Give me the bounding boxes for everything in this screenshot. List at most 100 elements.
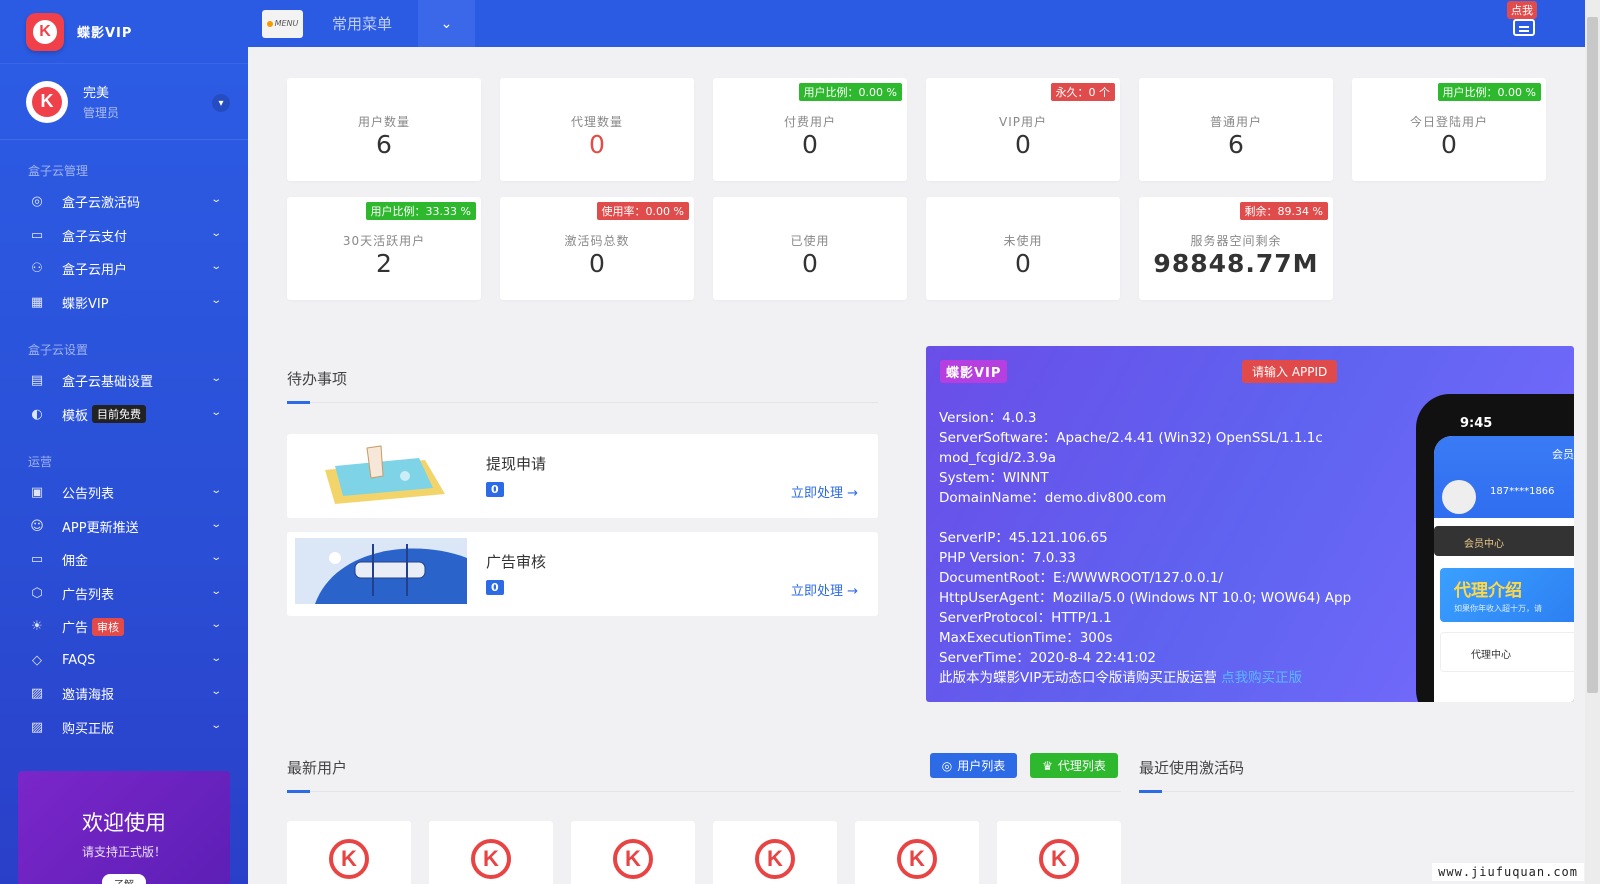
agent-list-label: 代理列表 — [1057, 759, 1106, 773]
user-card[interactable]: K — [429, 821, 553, 884]
phone-header: 会员中心 187****1866 — [1434, 436, 1574, 518]
stat-card: 未使用 0 — [926, 197, 1120, 300]
server-info-line: MaxExecutionTime：300s — [939, 630, 1113, 646]
process-now-link[interactable]: 立即处理 → — [791, 580, 858, 599]
stat-label: VIP用户 — [999, 115, 1047, 129]
stat-badge: 使用率：0.00 % — [596, 202, 689, 220]
chevron-down-icon[interactable]: ⌄ — [210, 407, 222, 418]
sidebar-item[interactable]: ⚇ 盒子云用户 ⌄ — [0, 252, 248, 286]
todo-count-badge: 0 — [486, 580, 504, 595]
stat-value: 0 — [1015, 249, 1031, 278]
sidebar-item[interactable]: ▨ 邀请海报 ⌄ — [0, 677, 248, 711]
stat-value: 6 — [376, 130, 392, 159]
sidebar-item-label: 佣金 — [62, 554, 89, 570]
process-now-link[interactable]: 立即处理 → — [791, 482, 858, 501]
scrollbar[interactable] — [1585, 0, 1600, 884]
chevron-down-icon[interactable]: ⌄ — [210, 619, 222, 630]
user-card[interactable]: K — [855, 821, 979, 884]
stat-badge: 永久：0 个 — [1050, 83, 1115, 101]
notify-badge[interactable]: 点我 — [1507, 1, 1537, 19]
sidebar-section-title: 盒子云设置 — [28, 343, 89, 357]
welcome-button[interactable]: 了解 — [102, 874, 146, 884]
sidebar-item[interactable]: ◐ 模板 目前免费 ⌄ — [0, 398, 248, 432]
server-info-line: mod_fcgid/2.3.9a — [939, 450, 1056, 466]
sidebar-item[interactable]: ▨ 购买正版 ⌄ — [0, 711, 248, 745]
chevron-down-icon[interactable]: ⌄ — [210, 194, 222, 205]
stat-value: 0 — [589, 130, 605, 159]
user-card[interactable]: K — [997, 821, 1121, 884]
stat-card: VIP用户 0 永久：0 个 — [926, 78, 1120, 181]
wallet-icon: ▭ — [30, 227, 44, 243]
sidebar-item[interactable]: ▭ 佣金 ⌄ — [0, 543, 248, 577]
sidebar-item[interactable]: ▭ 盒子云支付 ⌄ — [0, 219, 248, 253]
notification[interactable]: 点我 — [1507, 1, 1541, 39]
stat-badge: 用户比例：0.00 % — [1437, 83, 1541, 101]
enter-appid-button[interactable]: 请输入 APPID — [1242, 360, 1338, 383]
chevron-down-icon[interactable]: ▾ — [212, 94, 230, 112]
chevron-down-icon[interactable]: ⌄ — [210, 295, 222, 306]
chevron-down-icon[interactable]: ⌄ — [210, 686, 222, 697]
stat-label: 今日登陆用户 — [1409, 115, 1488, 129]
user-list-label: 用户列表 — [957, 759, 1006, 773]
todo-item-title: 广告审核 — [486, 553, 547, 571]
watermark: www.jiufuquan.com — [1432, 863, 1584, 881]
scrollbar-thumb[interactable] — [1587, 17, 1598, 693]
sidebar-item[interactable]: ☀ 广告 审核 ⌄ — [0, 610, 248, 644]
chevron-down-icon[interactable]: ⌄ — [210, 261, 222, 272]
user-avatar-icon: K — [755, 839, 795, 879]
todo-item-withdraw[interactable]: 提现申请 0 立即处理 → — [287, 434, 878, 518]
stat-card: 代理数量 0 — [500, 78, 694, 181]
buy-license-link[interactable]: 点我购买正版 — [1221, 670, 1302, 686]
user-avatar-icon: K — [471, 839, 511, 879]
sidebar-item[interactable]: ◇ FAQS ⌄ — [0, 644, 248, 678]
server-info-line: DomainName：demo.div800.com — [939, 490, 1167, 506]
sidebar-item[interactable]: ▣ 公告列表 ⌄ — [0, 476, 248, 510]
sidebar-item[interactable]: ▤ 盒子云基础设置 ⌄ — [0, 364, 248, 398]
chevron-down-icon[interactable]: ⌄ — [210, 552, 222, 563]
chevron-down-icon[interactable]: ⌄ — [210, 373, 222, 384]
server-info-line: HttpUserAgent：Mozilla/5.0 (Windows NT 10… — [939, 590, 1352, 606]
stat-label: 激活码总数 — [564, 234, 630, 248]
stat-badge: 用户比例：33.33 % — [365, 202, 476, 220]
avatar: K — [26, 80, 68, 123]
stat-value: 6 — [1228, 130, 1244, 159]
sidebar-item[interactable]: ▦ 蝶影VIP ⌄ — [0, 286, 248, 320]
chevron-down-icon[interactable]: ⌄ — [210, 228, 222, 239]
chevron-down-icon[interactable]: ⌄ — [210, 653, 222, 664]
server-info-line: ServerSoftware：Apache/2.4.41 (Win32) Ope… — [939, 430, 1323, 446]
sidebar-item-tag: 审核 — [92, 617, 125, 636]
bulb-icon: ☀ — [31, 619, 43, 635]
sidebar-item[interactable]: ⬡ 广告列表 ⌄ — [0, 577, 248, 611]
stat-card: 付费用户 0 用户比例：0.00 % — [713, 78, 907, 181]
withdraw-illustration — [325, 445, 445, 504]
sidebar-section-title: 盒子云管理 — [28, 164, 89, 178]
user-panel[interactable]: K 完美 管理员 ▾ — [0, 64, 248, 140]
common-menu-label[interactable]: 常用菜单 — [332, 13, 418, 34]
recent-codes-title: 最近使用激活码 — [1139, 759, 1245, 777]
stat-card: 30天活跃用户 2 用户比例：33.33 % — [287, 197, 481, 300]
stat-value: 0 — [1441, 130, 1457, 159]
stat-badge: 用户比例：0.00 % — [798, 83, 902, 101]
todo-count-badge: 0 — [486, 482, 504, 497]
chevron-down-icon[interactable]: ⌄ — [210, 720, 222, 731]
sidebar-item[interactable]: ☺ APP更新推送 ⌄ — [0, 510, 248, 544]
fingerprint-icon: ◎ — [31, 194, 43, 210]
todo-item-ad-review[interactable]: 广告审核 0 立即处理 → — [287, 532, 878, 616]
sidebar-item[interactable]: ◎ 盒子云激活码 ⌄ — [0, 185, 248, 219]
chevron-down-icon[interactable]: ⌄ — [210, 485, 222, 496]
user-list-button[interactable]: ◎ 用户列表 — [930, 753, 1017, 778]
brand[interactable]: K 蝶影VIP — [0, 0, 248, 64]
chevron-down-icon[interactable]: ⌄ — [210, 586, 222, 597]
user-card[interactable]: K — [287, 821, 411, 884]
menu-logo[interactable]: MENU — [262, 9, 303, 38]
chevron-down-icon[interactable]: ⌄ — [418, 0, 475, 47]
message-icon[interactable] — [1513, 19, 1535, 36]
chevron-down-icon[interactable]: ⌄ — [210, 519, 222, 530]
user-card[interactable]: K — [713, 821, 837, 884]
agent-list-button[interactable]: ♛ 代理列表 — [1030, 753, 1118, 778]
sidebar: K 蝶影VIP K 完美 管理员 ▾ 盒子云管理 ◎ 盒子云激活码 ⌄ ▭ 盒子云支付 ⌄ ⚇… — [0, 0, 248, 884]
user-avatar-icon: K — [613, 839, 653, 879]
sidebar-item-label: 蝶影VIP — [62, 296, 109, 312]
user-card[interactable]: K — [571, 821, 695, 884]
stat-card: 激活码总数 0 使用率：0.00 % — [500, 197, 694, 300]
